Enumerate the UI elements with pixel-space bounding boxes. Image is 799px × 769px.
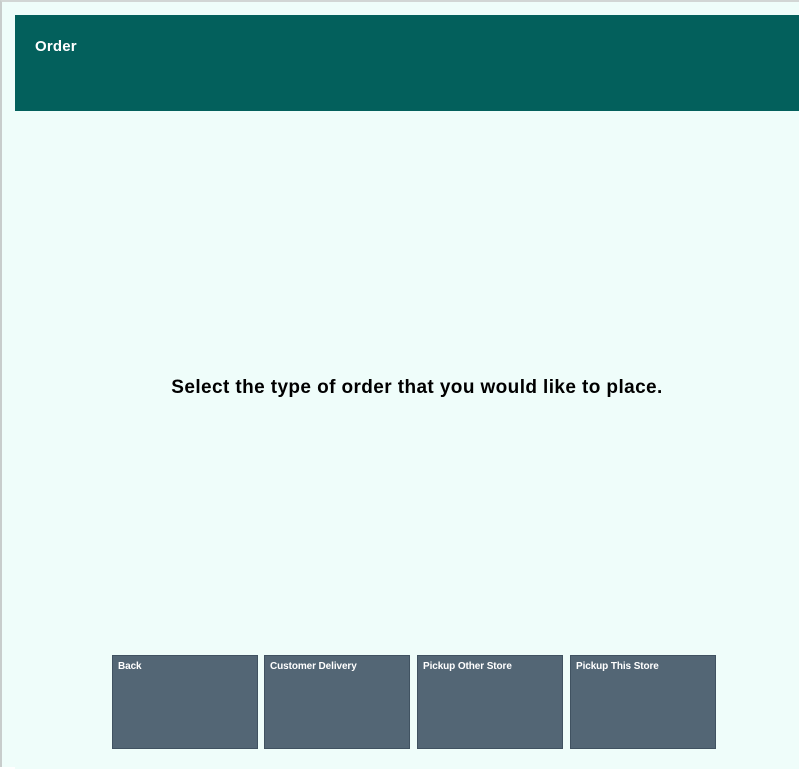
pickup-this-store-button-label: Pickup This Store (576, 661, 659, 672)
back-button-label: Back (118, 661, 142, 672)
prompt-message: Select the type of order that you would … (171, 377, 663, 398)
customer-delivery-button-label: Customer Delivery (270, 661, 357, 672)
page-title: Order (35, 38, 77, 55)
pickup-this-store-button[interactable]: Pickup This Store (570, 655, 716, 749)
main-content: Select the type of order that you would … (15, 111, 799, 769)
back-button[interactable]: Back (112, 655, 258, 749)
pickup-other-store-button[interactable]: Pickup Other Store (417, 655, 563, 749)
header-bar: Order (15, 15, 799, 111)
pickup-other-store-button-label: Pickup Other Store (423, 661, 512, 672)
customer-delivery-button[interactable]: Customer Delivery (264, 655, 410, 749)
app-window: Order Select the type of order that you … (0, 0, 799, 769)
